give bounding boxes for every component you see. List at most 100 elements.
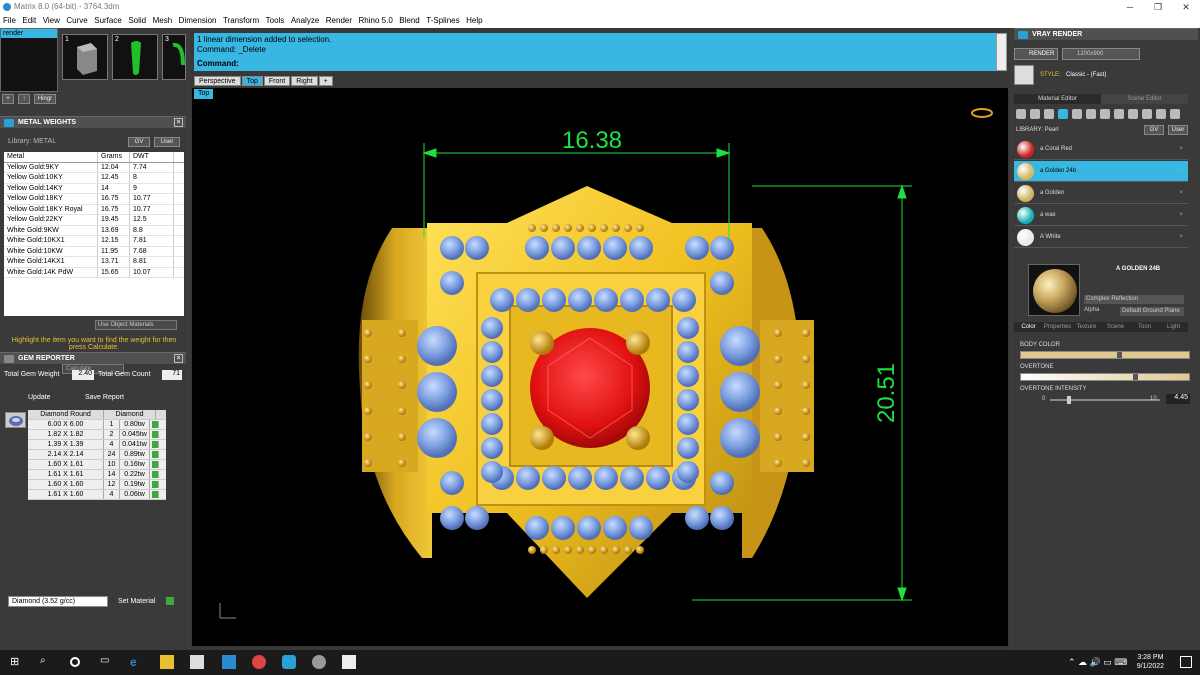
edge-icon[interactable]: e [130, 655, 144, 669]
mail-icon[interactable] [222, 655, 236, 669]
expand-icon[interactable] [152, 431, 159, 438]
expand-icon[interactable] [152, 421, 159, 428]
swatch-icon[interactable] [1114, 109, 1124, 119]
table-row[interactable]: White Gold:10KW 11.95 7.68 [4, 246, 184, 257]
tab-top[interactable]: Top [241, 76, 263, 86]
resolution-select[interactable]: 1200x900 [1062, 48, 1140, 60]
menu-solid[interactable]: Solid [128, 14, 146, 28]
menu-transform[interactable]: Transform [223, 14, 259, 28]
tile-icon[interactable] [1100, 109, 1110, 119]
hinge-button[interactable]: Hingr [34, 94, 56, 104]
menu-help[interactable]: Help [466, 14, 482, 28]
tab-perspective[interactable]: Perspective [194, 76, 241, 86]
bulb-icon[interactable] [1170, 109, 1180, 119]
layer-item[interactable]: render [1, 29, 57, 38]
grid-icon[interactable] [1072, 109, 1082, 119]
update-button[interactable]: Update [28, 394, 51, 401]
menu-tools[interactable]: Tools [266, 14, 285, 28]
remove-material-icon[interactable]: × [1179, 227, 1183, 248]
drop-icon[interactable] [1016, 109, 1026, 119]
task-view-icon[interactable]: ▭ [100, 655, 114, 669]
set-material-go-icon[interactable] [166, 597, 174, 605]
maximize-button[interactable]: ❐ [1144, 0, 1172, 14]
search-icon[interactable]: ⌕ [40, 655, 54, 669]
save-icon[interactable] [1128, 109, 1138, 119]
material-item[interactable]: a Golden × [1014, 183, 1188, 204]
snipping-tool-icon[interactable] [342, 655, 356, 669]
material-item[interactable]: a wax × [1014, 205, 1188, 226]
tab-scene[interactable]: Scene [1101, 322, 1130, 332]
table-row[interactable]: White Gold:14KX1 13.71 8.81 [4, 257, 184, 268]
tab-color[interactable]: Color [1014, 322, 1043, 332]
tab-light[interactable]: Light [1159, 322, 1188, 332]
menu-tsplines[interactable]: T-Splines [426, 14, 459, 28]
close-icon[interactable]: × [174, 354, 183, 363]
save-report-button[interactable]: Save Report [85, 394, 124, 401]
table-row[interactable]: White Gold:14K PdW 15.65 10.07 [4, 267, 184, 278]
menu-curve[interactable]: Curve [66, 14, 87, 28]
file-explorer-icon[interactable] [160, 655, 174, 669]
user-button[interactable]: User [1168, 125, 1188, 135]
tab-add[interactable]: + [318, 76, 333, 86]
tab-scene-editor[interactable]: Scene Editor [1101, 94, 1188, 104]
expand-icon[interactable] [152, 461, 159, 468]
use-object-materials-dropdown[interactable]: Use Object Materials [95, 320, 177, 330]
tab-front[interactable]: Front [263, 76, 291, 86]
table-row[interactable]: White Gold:9KW 13.69 8.8 [4, 225, 184, 236]
menu-mesh[interactable]: Mesh [153, 14, 173, 28]
ground-plane-select[interactable]: Default Ground Plane [1120, 307, 1184, 316]
menu-rhino[interactable]: Rhino 5.0 [359, 14, 393, 28]
notification-icon[interactable] [1180, 656, 1192, 668]
tab-right[interactable]: Right [291, 76, 318, 86]
gem-material-select[interactable]: Diamond (3.52 g/cc) [8, 596, 108, 607]
tab-texture[interactable]: Texture [1072, 322, 1101, 332]
matrix-app-icon[interactable] [282, 655, 296, 669]
remove-material-icon[interactable]: × [1179, 161, 1183, 182]
body-color-slider[interactable] [1020, 351, 1190, 359]
layer-list[interactable]: render [0, 28, 58, 92]
preset-thumb-1[interactable]: 1 [62, 34, 108, 80]
menu-render[interactable]: Render [326, 14, 352, 28]
expand-icon[interactable] [152, 441, 159, 448]
checker-icon[interactable] [1086, 109, 1096, 119]
table-row[interactable]: Yellow Gold:22KY 19.45 12.5 [4, 215, 184, 226]
preset-thumb-3[interactable]: 3 [162, 34, 186, 80]
table-row[interactable]: 1.61 X 1.60 4 0.06tw [28, 490, 166, 500]
remove-material-icon[interactable]: × [1179, 205, 1183, 226]
table-row[interactable]: Yellow Gold:18KY 16.75 10.77 [4, 194, 184, 205]
intensity-slider[interactable] [1050, 396, 1160, 404]
add-button[interactable]: + [2, 94, 14, 104]
table-row[interactable]: 2.14 X 2.14 24 0.89tw [28, 450, 166, 460]
clock[interactable]: 3:28 PM 9/1/2022 [1137, 653, 1164, 671]
material-item[interactable]: A White × [1014, 227, 1188, 248]
table-row[interactable]: 1.60 X 1.61 10 0.16tw [28, 460, 166, 470]
menu-view[interactable]: View [43, 14, 60, 28]
overtone-slider[interactable] [1020, 373, 1190, 381]
windows-start-icon[interactable]: ⊞ [10, 655, 24, 669]
material-item[interactable]: a Coral Red × [1014, 139, 1188, 160]
store-icon[interactable] [190, 655, 204, 669]
render-button[interactable]: RENDER [1014, 48, 1058, 60]
close-icon[interactable]: × [174, 118, 183, 127]
expand-icon[interactable] [152, 491, 159, 498]
preset-thumb-2[interactable]: 2 [112, 34, 158, 80]
table-row[interactable]: 1.82 X 1.82 2 0.045tw [28, 430, 166, 440]
copy-icon[interactable] [1156, 109, 1166, 119]
style-value[interactable]: Classic - (Fast) [1066, 72, 1106, 78]
table-row[interactable]: 1.60 X 1.60 12 0.19tw [28, 480, 166, 490]
rhino-icon[interactable] [312, 655, 326, 669]
gv-button[interactable]: GV [1144, 125, 1164, 135]
menu-edit[interactable]: Edit [22, 14, 36, 28]
menu-blend[interactable]: Blend [399, 14, 419, 28]
table-row[interactable]: White Gold:10KX1 12.15 7.81 [4, 236, 184, 247]
gem-icon[interactable] [1030, 109, 1040, 119]
table-row[interactable]: Yellow Gold:10KY 12.45 8 [4, 173, 184, 184]
table-row[interactable]: Yellow Gold:14KY 14 9 [4, 183, 184, 194]
tab-properties[interactable]: Properties [1043, 322, 1072, 332]
menu-dimension[interactable]: Dimension [179, 14, 217, 28]
mask-icon[interactable] [1044, 109, 1054, 119]
viewport-label[interactable]: Top [194, 89, 214, 99]
remove-material-icon[interactable]: × [1179, 183, 1183, 204]
close-button[interactable]: ✕ [1172, 0, 1200, 14]
chrome-icon[interactable] [252, 655, 266, 669]
